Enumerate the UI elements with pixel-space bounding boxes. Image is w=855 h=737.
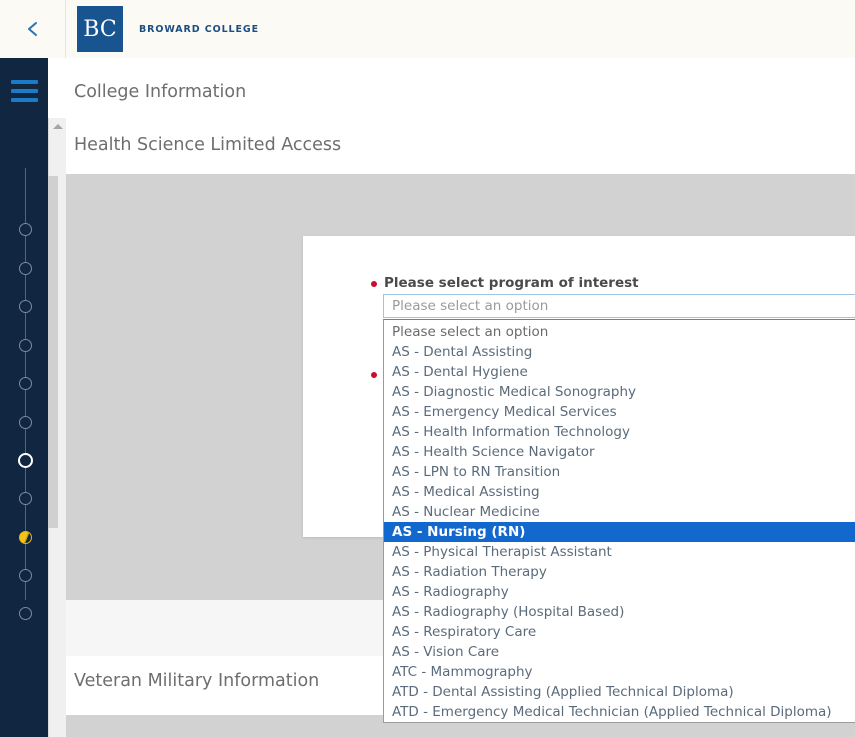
brand-name: BROWARD COLLEGE: [139, 23, 259, 35]
dropdown-option[interactable]: AS - Vision Care: [384, 642, 855, 662]
progress-step-7-current[interactable]: [18, 453, 33, 468]
brand-header: BC BROWARD COLLEGE: [66, 0, 855, 58]
dropdown-option[interactable]: ATD - Emergency Medical Technician (Appl…: [384, 702, 855, 722]
broward-college-logo: BC: [77, 6, 123, 52]
progress-step-9-partial[interactable]: [19, 531, 32, 544]
dropdown-option[interactable]: AS - Health Information Technology: [384, 422, 855, 442]
progress-step-8[interactable]: [19, 492, 32, 505]
progress-step-6[interactable]: [19, 416, 32, 429]
dropdown-option[interactable]: AS - Nuclear Medicine: [384, 502, 855, 522]
progress-step-4[interactable]: [19, 339, 32, 352]
dropdown-option[interactable]: AS - Radiography (Hospital Based): [384, 602, 855, 622]
dropdown-option[interactable]: AS - Medical Assisting: [384, 482, 855, 502]
back-button[interactable]: [0, 0, 66, 58]
dropdown-option[interactable]: AS - Respiratory Care: [384, 622, 855, 642]
dropdown-option[interactable]: AS - Diagnostic Medical Sonography: [384, 382, 855, 402]
caret-up-icon[interactable]: [53, 124, 63, 129]
program-of-interest-label: Please select program of interest: [384, 275, 639, 291]
section-heading-college-information: College Information: [74, 82, 247, 102]
hamburger-menu-icon[interactable]: [11, 80, 38, 102]
dropdown-option[interactable]: Please select an option: [384, 322, 855, 342]
dropdown-option[interactable]: AS - Dental Assisting: [384, 342, 855, 362]
dropdown-option[interactable]: AS - LPN to RN Transition: [384, 462, 855, 482]
dropdown-option[interactable]: ATD - Dental Assisting (Applied Technica…: [384, 682, 855, 702]
section-heading-veteran-military: Veteran Military Information: [74, 671, 320, 691]
hamburger-bar-2: [11, 89, 38, 93]
dropdown-option[interactable]: AS - Physical Therapist Assistant: [384, 542, 855, 562]
dropdown-option[interactable]: AS - Radiation Therapy: [384, 562, 855, 582]
progress-step-1[interactable]: [19, 223, 32, 236]
progress-step-3[interactable]: [19, 300, 32, 313]
dropdown-option[interactable]: AS - Radiography: [384, 582, 855, 602]
hamburger-bar-3: [11, 98, 38, 102]
dropdown-option[interactable]: AS - Dental Hygiene: [384, 362, 855, 382]
required-field-bullet-secondary: [371, 372, 377, 378]
select-placeholder-text: Please select an option: [392, 298, 549, 314]
left-navigation-rail: [0, 58, 48, 737]
program-of-interest-select[interactable]: Please select an option: [383, 294, 855, 318]
page-scrollbar-thumb[interactable]: [48, 176, 58, 528]
progress-step-10[interactable]: [19, 569, 32, 582]
dropdown-option[interactable]: AS - Emergency Medical Services: [384, 402, 855, 422]
chevron-left-icon: [27, 22, 37, 36]
main-content: College Information Health Science Limit…: [66, 58, 855, 737]
dropdown-option-selected[interactable]: AS - Nursing (RN): [384, 522, 855, 542]
progress-step-11[interactable]: [19, 607, 32, 620]
progress-step-2[interactable]: [19, 262, 32, 275]
dropdown-option[interactable]: ATC - Mammography: [384, 662, 855, 682]
dropdown-option[interactable]: AS - Health Science Navigator: [384, 442, 855, 462]
program-of-interest-dropdown-list[interactable]: Please select an option AS - Dental Assi…: [383, 319, 855, 723]
required-field-bullet-program: [371, 281, 377, 287]
progress-step-5[interactable]: [19, 377, 32, 390]
hamburger-bar-1: [11, 80, 38, 84]
section-heading-health-science: Health Science Limited Access: [74, 135, 342, 155]
